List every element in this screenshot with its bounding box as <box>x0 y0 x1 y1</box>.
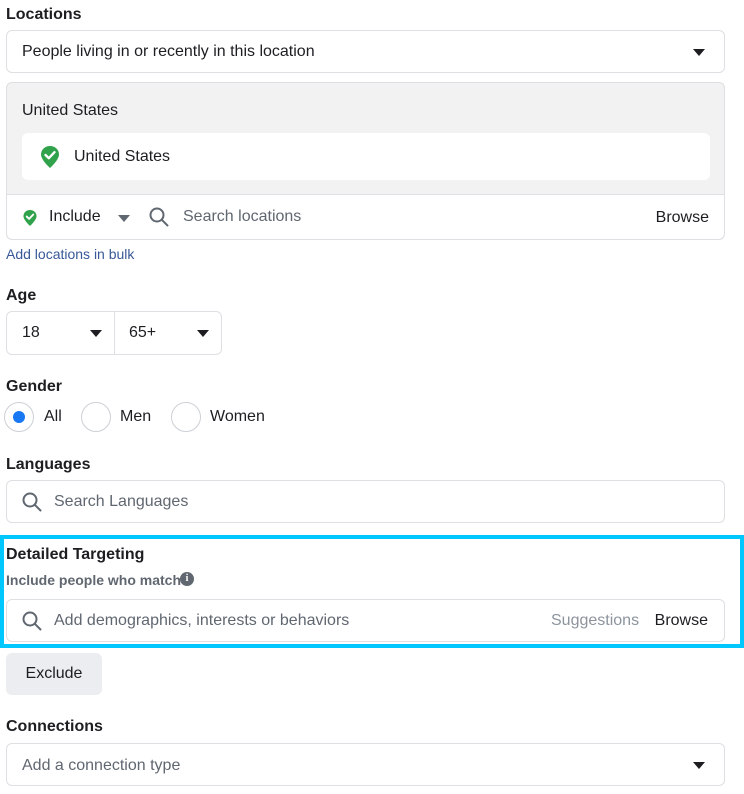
languages-search-input[interactable]: Search Languages <box>6 480 725 523</box>
location-type-value: People living in or recently in this loc… <box>22 43 315 60</box>
gender-label-women: Women <box>210 408 265 425</box>
search-icon <box>21 610 43 632</box>
gender-radio-all[interactable] <box>4 402 34 432</box>
location-type-select[interactable]: People living in or recently in this loc… <box>6 30 725 73</box>
chevron-down-icon[interactable] <box>118 215 130 222</box>
connection-type-select[interactable]: Add a connection type <box>6 743 725 786</box>
connections-title: Connections <box>6 718 103 735</box>
locations-title: Locations <box>6 6 82 23</box>
suggestions-button[interactable]: Suggestions <box>551 612 639 630</box>
gender-radio-women[interactable] <box>171 402 201 432</box>
selected-locations-panel: United States United States Include Sear… <box>6 82 725 240</box>
country-group-header: United States <box>22 102 119 119</box>
exclude-button[interactable]: Exclude <box>6 653 102 695</box>
chevron-down-icon <box>197 330 209 337</box>
browse-locations-button[interactable]: Browse <box>656 209 709 227</box>
gender-title: Gender <box>6 378 63 395</box>
chevron-down-icon <box>90 330 102 337</box>
gender-radio-men[interactable] <box>81 402 111 432</box>
age-min-select[interactable]: 18 <box>7 312 115 354</box>
search-icon <box>148 206 170 228</box>
location-check-icon <box>22 209 38 232</box>
detailed-targeting-title: Detailed Targeting <box>6 546 145 563</box>
gender-label-all: All <box>44 408 62 425</box>
info-icon[interactable]: i <box>180 572 194 586</box>
location-chip-label: United States <box>74 148 171 165</box>
add-locations-bulk-link[interactable]: Add locations in bulk <box>6 246 134 262</box>
detailed-targeting-subtitle: Include people who match <box>6 572 182 588</box>
search-icon <box>21 491 43 513</box>
gender-label-men: Men <box>120 408 152 425</box>
include-mode-dropdown[interactable]: Include <box>49 208 101 226</box>
languages-placeholder: Search Languages <box>54 493 189 510</box>
age-max-select[interactable]: 65+ <box>115 312 221 354</box>
age-range-group: 18 65+ <box>6 311 222 355</box>
detailed-targeting-search-input[interactable]: Add demographics, interests or behaviors… <box>6 599 725 642</box>
age-title: Age <box>6 287 37 304</box>
chevron-down-icon <box>693 49 705 56</box>
age-max-value: 65+ <box>129 324 157 341</box>
search-locations-input[interactable]: Search locations <box>183 208 301 226</box>
location-check-icon <box>39 145 61 174</box>
browse-targeting-button[interactable]: Browse <box>655 612 708 630</box>
location-search-bar: Include Search locations Browse <box>7 194 724 239</box>
chevron-down-icon <box>693 762 705 769</box>
location-chip-united-states[interactable]: United States <box>22 133 710 180</box>
age-min-value: 18 <box>22 324 40 341</box>
connection-type-placeholder: Add a connection type <box>22 757 181 774</box>
detailed-targeting-placeholder: Add demographics, interests or behaviors <box>54 612 350 629</box>
languages-title: Languages <box>6 456 91 473</box>
